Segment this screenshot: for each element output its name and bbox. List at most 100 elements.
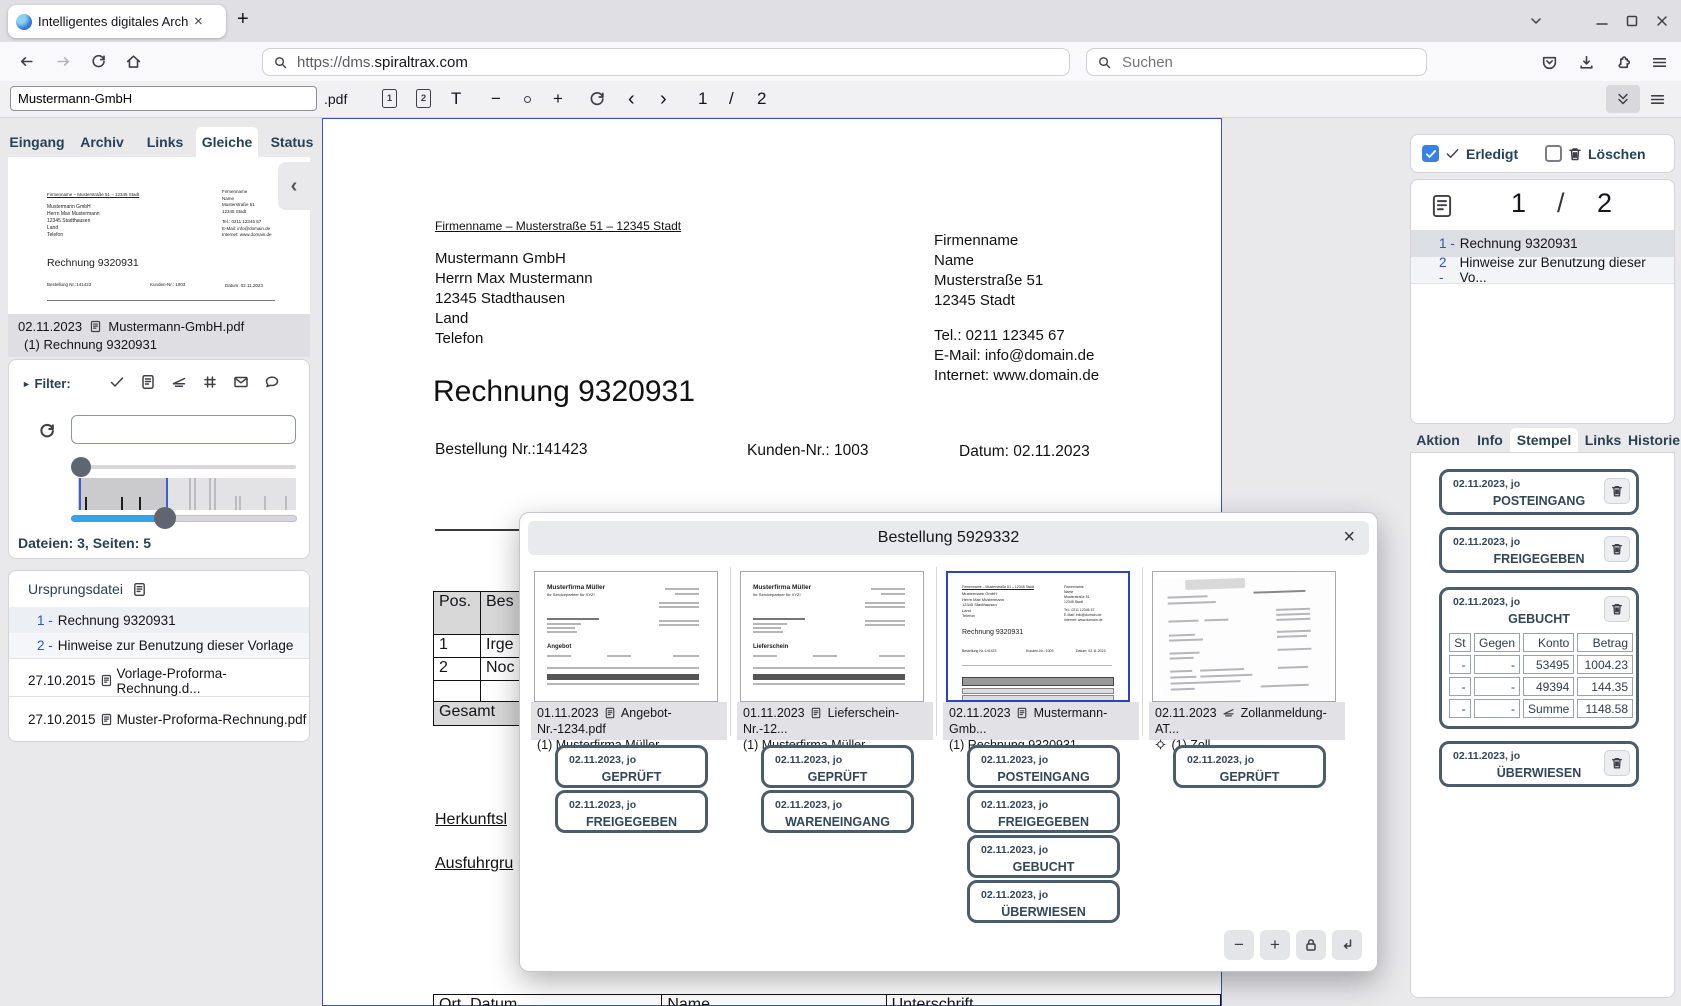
stamp-freigegeben: 02.11.2023, jo FREIGEGEBEN bbox=[1439, 527, 1639, 573]
tab-info[interactable]: Info bbox=[1470, 428, 1510, 452]
prev-page-icon[interactable]: ‹ bbox=[628, 81, 635, 117]
doc-title: Rechnung 9320931 bbox=[433, 375, 695, 409]
thumbnail-angebot[interactable]: Musterfirma Müller Ihr Servicepartner fü… bbox=[534, 571, 718, 702]
double-chevron-down-icon bbox=[1615, 91, 1631, 107]
thumbnail-rechnung-selected[interactable]: Firmenname – Musterstraße 51 – 12345 Sta… bbox=[946, 571, 1130, 702]
rotate-icon[interactable] bbox=[588, 90, 606, 108]
filter-scanner-icon[interactable] bbox=[171, 374, 187, 390]
thumbnail-zollanmeldung[interactable] bbox=[1152, 571, 1336, 702]
lock-button[interactable] bbox=[1296, 930, 1326, 960]
collapse-toolbar-button[interactable] bbox=[1606, 85, 1640, 113]
tab-archiv[interactable]: Archiv bbox=[74, 127, 130, 157]
forward-icon[interactable] bbox=[55, 53, 72, 70]
window-close-icon[interactable] bbox=[1654, 13, 1670, 29]
stamp-ueberwiesen: 02.11.2023, jo ÜBERWIESEN bbox=[1439, 741, 1639, 787]
range-slider-top-track[interactable] bbox=[78, 465, 296, 469]
doc-date: Datum: 02.11.2023 bbox=[959, 443, 1090, 461]
stamp-gebucht: 02.11.2023, jo GEBUCHT St Gegen Konto Be… bbox=[1439, 587, 1639, 729]
window-maximize-icon[interactable] bbox=[1624, 13, 1640, 29]
new-tab-button[interactable]: + bbox=[237, 8, 249, 31]
status-actions-card: Erledigt Löschen bbox=[1410, 134, 1675, 173]
tab-links[interactable]: Links bbox=[1580, 428, 1626, 452]
range-slider-top-handle[interactable] bbox=[71, 457, 91, 477]
stamp-chip: 02.11.2023, joÜBERWIESEN bbox=[967, 880, 1120, 923]
tab-aktion[interactable]: Aktion bbox=[1412, 428, 1464, 452]
single-page-view-icon[interactable]: 1 bbox=[382, 89, 397, 108]
modal-zoom-out-button[interactable]: − bbox=[1224, 930, 1254, 960]
list-tabs-chevron-icon[interactable] bbox=[1528, 13, 1544, 29]
tab-gleiche[interactable]: Gleiche bbox=[196, 127, 258, 157]
booking-table: St Gegen Konto Betrag -- 534951004.23 --… bbox=[1446, 630, 1636, 721]
two-page-view-icon[interactable]: 2 bbox=[416, 89, 431, 108]
downloads-icon[interactable] bbox=[1578, 54, 1595, 71]
related-file-row[interactable]: 27.10.2015 Muster-Proforma-Rechnung.pdf bbox=[9, 703, 309, 735]
modal-header[interactable]: Bestellung 5929332 × bbox=[528, 521, 1369, 555]
thumbnail-label: 01.11.2023 Lieferschein-Nr.-12... (1) Mu… bbox=[737, 702, 933, 740]
thumbnail-label: 02.11.2023 Zollanmeldung-AT... (1) Zoll bbox=[1149, 702, 1345, 740]
document-name-input[interactable] bbox=[10, 86, 317, 111]
filter-section-toggle[interactable]: ► Filter: bbox=[22, 376, 71, 391]
tab-status[interactable]: Status bbox=[264, 127, 320, 157]
zoom-reset-icon[interactable] bbox=[524, 96, 531, 103]
filter-document-icon[interactable] bbox=[140, 374, 156, 390]
extensions-icon[interactable] bbox=[1615, 54, 1632, 71]
document-preview-card[interactable]: ‹ Firmenname – Musterstraße 51 – 12345 S… bbox=[8, 157, 310, 314]
tab-links[interactable]: Links bbox=[140, 127, 190, 157]
filter-check-icon[interactable] bbox=[109, 374, 125, 390]
modal-zoom-in-button[interactable]: + bbox=[1260, 930, 1290, 960]
zoom-in-button[interactable]: + bbox=[553, 81, 563, 117]
delete-stamp-button[interactable] bbox=[1604, 478, 1630, 504]
browser-tab[interactable]: Intelligentes digitales Arch × bbox=[8, 5, 226, 38]
left-sidebar-tabs: Eingang Archiv Links Gleiche Status bbox=[0, 127, 310, 157]
filter-text-input[interactable] bbox=[71, 415, 296, 444]
page-number-total: 2 bbox=[1597, 188, 1612, 219]
range-slider-bottom-handle[interactable] bbox=[154, 507, 176, 529]
tab-stempel[interactable]: Stempel bbox=[1510, 428, 1578, 452]
thumbnail-label: 02.11.2023 Mustermann-Gmb... (1) Rechnun… bbox=[943, 702, 1139, 740]
back-icon[interactable] bbox=[18, 53, 35, 70]
page-row[interactable]: 2 -Hinweise zur Benutzung dieser Vo... bbox=[1411, 257, 1674, 284]
filter-comment-icon[interactable] bbox=[264, 374, 280, 390]
filter-email-icon[interactable] bbox=[233, 374, 249, 390]
refresh-filter-icon[interactable] bbox=[38, 422, 56, 440]
dock-button[interactable] bbox=[1332, 930, 1362, 960]
collapse-preview-chevron-icon[interactable]: ‹ bbox=[278, 162, 310, 210]
menu-icon[interactable] bbox=[1651, 54, 1668, 71]
filter-grid-icon[interactable] bbox=[202, 374, 218, 390]
thumbnail-lieferschein[interactable]: Musterfirma Müller Ihr Servicepartner fü… bbox=[740, 571, 924, 702]
doc-company-block: FirmennameNameMusterstraße 5112345 Stadt… bbox=[934, 231, 1099, 386]
home-icon[interactable] bbox=[125, 53, 142, 70]
page-row-selected[interactable]: 1 -Rechnung 9320931 bbox=[1411, 230, 1674, 257]
app-menu-icon[interactable] bbox=[1649, 91, 1666, 108]
pocket-icon[interactable] bbox=[1541, 54, 1558, 71]
mini-document-preview: Firmenname – Musterstraße 51 – 12345 Sta… bbox=[40, 177, 278, 307]
expand-arrow-icon: ► bbox=[22, 379, 31, 389]
reload-icon[interactable] bbox=[90, 53, 107, 70]
search-bar[interactable] bbox=[1086, 48, 1427, 76]
url-bar[interactable]: https://dms.spiraltrax.com bbox=[262, 48, 1070, 76]
right-sidebar-tabs: Aktion Info Stempel Links Historie bbox=[1404, 428, 1681, 452]
window-minimize-icon[interactable] bbox=[1594, 13, 1610, 29]
corner-arrow-icon bbox=[1339, 937, 1355, 953]
done-checkbox[interactable] bbox=[1422, 145, 1439, 162]
text-tool-button[interactable]: T bbox=[451, 81, 461, 117]
source-page-row[interactable]: 1 -Rechnung 9320931 bbox=[9, 607, 309, 633]
zoom-out-button[interactable]: − bbox=[491, 81, 501, 117]
related-file-row[interactable]: 27.10.2015 Vorlage-Proforma-Rechnung.d..… bbox=[9, 665, 309, 697]
lock-icon bbox=[1303, 937, 1319, 953]
tab-historie[interactable]: Historie bbox=[1626, 428, 1681, 452]
delete-stamp-button[interactable] bbox=[1604, 536, 1630, 562]
delete-checkbox[interactable] bbox=[1545, 145, 1562, 162]
next-page-icon[interactable]: › bbox=[660, 81, 667, 117]
delete-stamp-button[interactable] bbox=[1604, 750, 1630, 776]
range-slider-bottom-fill bbox=[71, 515, 165, 522]
delete-stamp-button[interactable] bbox=[1604, 596, 1630, 622]
modal-close-icon[interactable]: × bbox=[1343, 526, 1355, 549]
stamp-chip: 02.11.2023, joFREIGEGEBEN bbox=[967, 790, 1120, 833]
tab-close-icon[interactable]: × bbox=[194, 13, 203, 30]
source-page-row[interactable]: 2 -Hinweise zur Benutzung dieser Vorlage bbox=[9, 633, 309, 659]
tab-eingang[interactable]: Eingang bbox=[8, 127, 66, 157]
search-input[interactable] bbox=[1120, 53, 1394, 72]
selected-file-row[interactable]: 02.11.2023 Mustermann-GmbH.pdf (1) Rechn… bbox=[8, 314, 310, 357]
search-icon bbox=[1097, 55, 1112, 70]
